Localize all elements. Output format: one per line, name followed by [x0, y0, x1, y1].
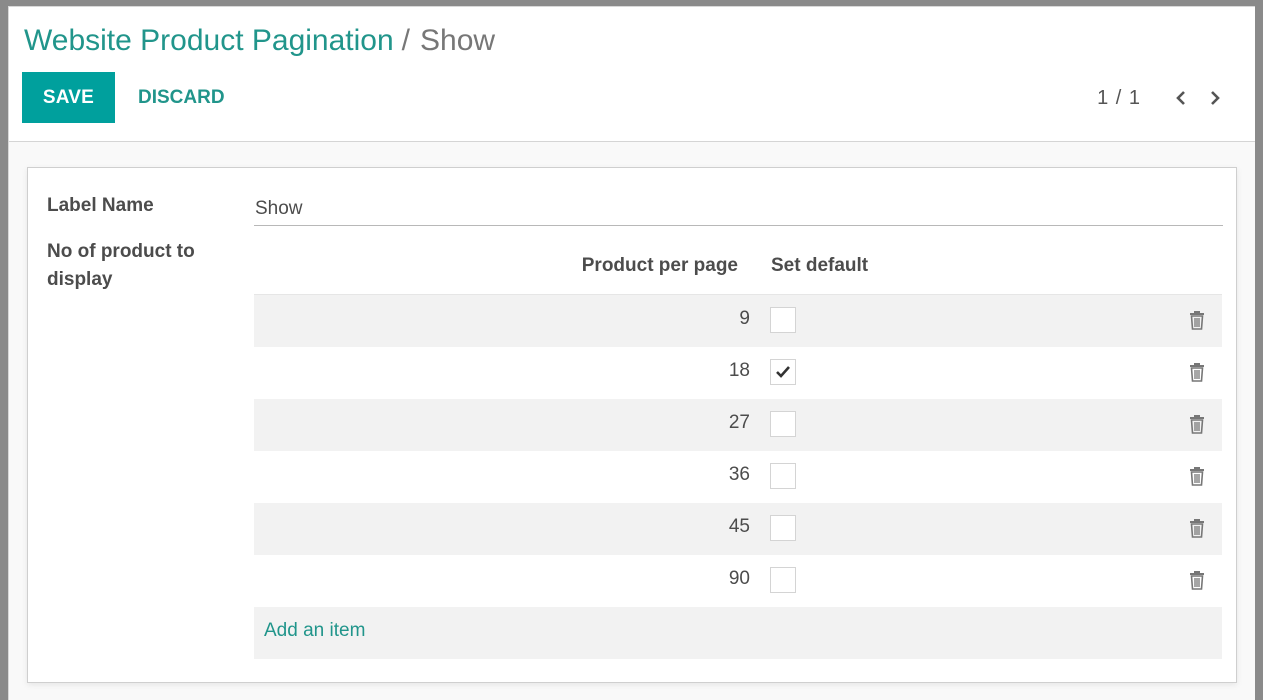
trash-icon[interactable] — [1188, 466, 1208, 488]
products-label-line2: display — [47, 269, 113, 290]
products-label-line1: No of product to — [47, 241, 195, 262]
set-default-checkbox[interactable] — [770, 463, 796, 489]
trash-icon[interactable] — [1188, 518, 1208, 540]
checkmark-icon — [776, 366, 790, 378]
product-per-page-table: Product per page Set default 9 18 27 36 … — [254, 242, 1222, 659]
table-row[interactable]: 36 — [254, 451, 1222, 503]
pager-value[interactable]: 1 / 1 — [1097, 87, 1141, 110]
breadcrumb-current: Show — [420, 24, 496, 57]
product-per-page-cell[interactable]: 45 — [729, 516, 750, 538]
trash-icon[interactable] — [1188, 570, 1208, 592]
set-default-checkbox[interactable] — [770, 359, 796, 385]
product-per-page-cell[interactable]: 36 — [729, 464, 750, 486]
table-row[interactable]: 18 — [254, 347, 1222, 399]
set-default-checkbox[interactable] — [770, 515, 796, 541]
trash-icon[interactable] — [1188, 310, 1208, 332]
product-per-page-cell[interactable]: 90 — [729, 568, 750, 590]
set-default-checkbox[interactable] — [770, 307, 796, 333]
add-item-link[interactable]: Add an item — [264, 620, 365, 642]
breadcrumb-separator: / — [401, 24, 411, 57]
products-label: No of product to display — [47, 238, 195, 294]
pager: 1 / 1 — [1097, 83, 1229, 113]
set-default-checkbox[interactable] — [770, 567, 796, 593]
chevron-left-icon[interactable] — [1167, 84, 1195, 112]
chevron-right-icon[interactable] — [1201, 84, 1229, 112]
table-row[interactable]: 27 — [254, 399, 1222, 451]
product-per-page-cell[interactable]: 9 — [739, 308, 750, 330]
product-per-page-cell[interactable]: 27 — [729, 412, 750, 434]
label-name-label: Label Name — [47, 195, 154, 216]
trash-icon[interactable] — [1188, 362, 1208, 384]
breadcrumb-parent-link[interactable]: Website Product Pagination — [24, 24, 394, 57]
control-panel: Website Product Pagination / Show SAVE DIS… — [9, 7, 1255, 142]
product-per-page-cell[interactable]: 18 — [729, 360, 750, 382]
table-row[interactable]: 45 — [254, 503, 1222, 555]
save-button[interactable]: SAVE — [22, 72, 115, 123]
breadcrumb: Website Product Pagination / Show — [24, 23, 495, 59]
column-header-set-default[interactable]: Set default — [771, 255, 868, 277]
form-sheet: Label Name Show No of product to display… — [27, 167, 1237, 683]
table-row[interactable]: 9 — [254, 295, 1222, 347]
form-view-window: Website Product Pagination / Show SAVE DIS… — [8, 6, 1255, 700]
table-header: Product per page Set default — [254, 242, 1222, 295]
discard-button[interactable]: DISCARD — [128, 72, 235, 123]
trash-icon[interactable] — [1188, 414, 1208, 436]
column-header-product-per-page[interactable]: Product per page — [582, 255, 738, 277]
add-item-row: Add an item — [254, 607, 1222, 659]
set-default-checkbox[interactable] — [770, 411, 796, 437]
label-name-field[interactable]: Show — [254, 195, 1223, 226]
table-row[interactable]: 90 — [254, 555, 1222, 607]
